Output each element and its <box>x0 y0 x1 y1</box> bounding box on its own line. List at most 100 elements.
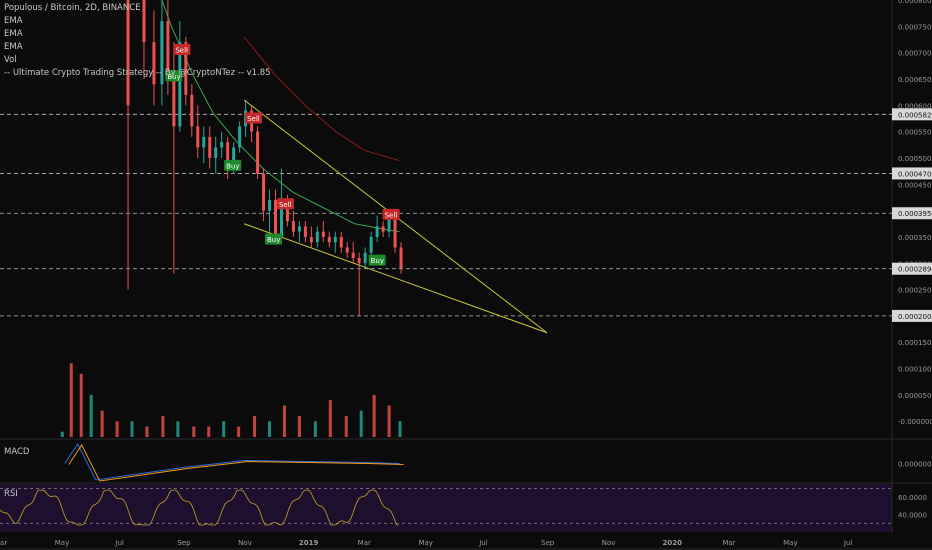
time-tick-label: Nov <box>602 539 616 547</box>
macd-pane-label[interactable]: MACD <box>4 447 29 457</box>
volume-bar <box>313 421 317 437</box>
candle-body <box>345 247 349 253</box>
candle-body <box>303 226 307 237</box>
level-badge-label: 0.0003950 <box>898 210 932 218</box>
volume-bar <box>145 426 149 437</box>
price-tick-label: 0.0003500 <box>898 234 932 242</box>
candle-body <box>315 231 319 243</box>
price-tick-label: 0.0001000 <box>898 366 932 374</box>
volume-bar <box>237 426 241 437</box>
time-tick-label: May <box>418 539 432 547</box>
volume-bar <box>89 394 93 437</box>
macd-signal-line <box>68 444 404 482</box>
time-tick-label: 2019 <box>299 539 319 547</box>
level-badge-label: 0.0002896 <box>898 266 932 274</box>
candle-body <box>172 78 176 127</box>
time-tick-label: Sep <box>177 539 191 547</box>
level-badge-label: 0.0002000 <box>898 313 932 321</box>
price-tick-label: 0.0002500 <box>898 287 932 295</box>
price-tick-label: 0.0004500 <box>898 181 932 189</box>
time-tick-label: Mar <box>358 539 371 547</box>
candle-body <box>256 131 260 174</box>
volume-bar <box>60 431 64 437</box>
candle-body <box>297 226 301 232</box>
rsi-pane-label[interactable]: RSI <box>4 489 18 499</box>
volume-bar <box>222 421 226 437</box>
price-chart[interactable]: 0.0008000 0.0007500 0.0007000 0.0006500 0.00… <box>0 0 932 550</box>
volume-bar <box>268 421 272 437</box>
macd-tick-label: 0.0000000 <box>898 461 932 469</box>
candle-body <box>262 173 266 211</box>
candle-body <box>220 142 224 148</box>
candle-body <box>399 247 403 269</box>
chart-legend: Populous / Bitcoin, 2D, BINANCE EMA EMA … <box>4 2 271 80</box>
candle-body <box>333 236 337 243</box>
indicator-ema-1[interactable]: EMA <box>4 15 271 28</box>
volume-bar <box>100 410 104 437</box>
volume-bar <box>207 426 211 437</box>
rsi-tick-label: 40.0000 <box>898 512 927 520</box>
price-tick-label: 0.0006500 <box>898 76 932 84</box>
candle-body <box>202 136 206 148</box>
indicator-ema-3[interactable]: EMA <box>4 41 271 54</box>
candle-body <box>268 200 272 211</box>
price-tick-label: 0.0005000 <box>898 155 932 163</box>
price-tick-label: 0.0008000 <box>898 0 932 5</box>
volume-bar <box>372 394 376 437</box>
time-tick-label: May <box>783 539 797 547</box>
volume-bar <box>130 421 134 437</box>
indicator-volume[interactable]: Vol <box>4 54 271 67</box>
candle-body <box>393 215 397 248</box>
symbol-title[interactable]: Populous / Bitcoin, 2D, BINANCE <box>4 2 271 15</box>
time-tick-label: 2020 <box>663 539 683 547</box>
candle-body <box>327 236 331 243</box>
candle-body <box>357 257 361 264</box>
volume-bar <box>359 410 363 437</box>
candle-body <box>363 252 367 264</box>
volume-bar <box>282 405 286 437</box>
macd-line <box>64 443 400 481</box>
price-tick-label: -0.0000000 <box>898 418 932 426</box>
price-tick-label: 0.0007000 <box>898 50 932 58</box>
price-tick-label: 0.0000500 <box>898 392 932 400</box>
volume-bar <box>344 415 348 437</box>
candle-body <box>238 126 242 148</box>
buy-marker-label: Buy <box>371 257 384 265</box>
time-tick-label: May <box>55 539 69 547</box>
time-tick-label: Sep <box>541 539 555 547</box>
volume-bar <box>192 426 196 437</box>
time-tick-label: Jul <box>478 539 488 547</box>
price-tick-label: 0.0005500 <box>898 129 932 137</box>
volume-bar <box>328 400 332 437</box>
indicator-ema-2[interactable]: EMA <box>4 28 271 41</box>
time-tick-label: Mar <box>0 539 7 547</box>
candle-body <box>273 200 277 237</box>
candle-body <box>214 147 218 158</box>
time-tick-label: Jul <box>115 539 125 547</box>
candle-body <box>309 236 313 243</box>
sell-marker-label: Sell <box>247 115 260 123</box>
candle-body <box>375 226 379 237</box>
rsi-band <box>0 484 892 532</box>
indicator-strategy[interactable]: -- Ultimate Crypto Trading Strategy -- B… <box>4 67 271 80</box>
candle-body <box>190 94 194 127</box>
level-badge-label: 0.0005829 <box>898 111 932 119</box>
candle-body <box>339 236 343 248</box>
volume-bar <box>79 373 83 437</box>
buy-marker-label: Buy <box>226 162 239 170</box>
volume-bar <box>398 421 402 437</box>
volume-bar <box>161 415 165 437</box>
time-tick-label: Jul <box>843 539 853 547</box>
candle-body <box>369 236 373 253</box>
candle-body <box>291 221 295 232</box>
volume-bar <box>297 415 301 437</box>
buy-marker-label: Buy <box>267 236 280 244</box>
level-badge-label: 0.0004706 <box>898 170 932 178</box>
volume-bar <box>69 363 73 437</box>
rsi-tick-label: 60.0000 <box>898 494 927 502</box>
time-tick-label: Mar <box>722 539 735 547</box>
volume-bar <box>115 421 119 437</box>
time-tick-label: Nov <box>238 539 252 547</box>
volume-bar <box>176 421 180 437</box>
candle-body <box>351 252 355 258</box>
